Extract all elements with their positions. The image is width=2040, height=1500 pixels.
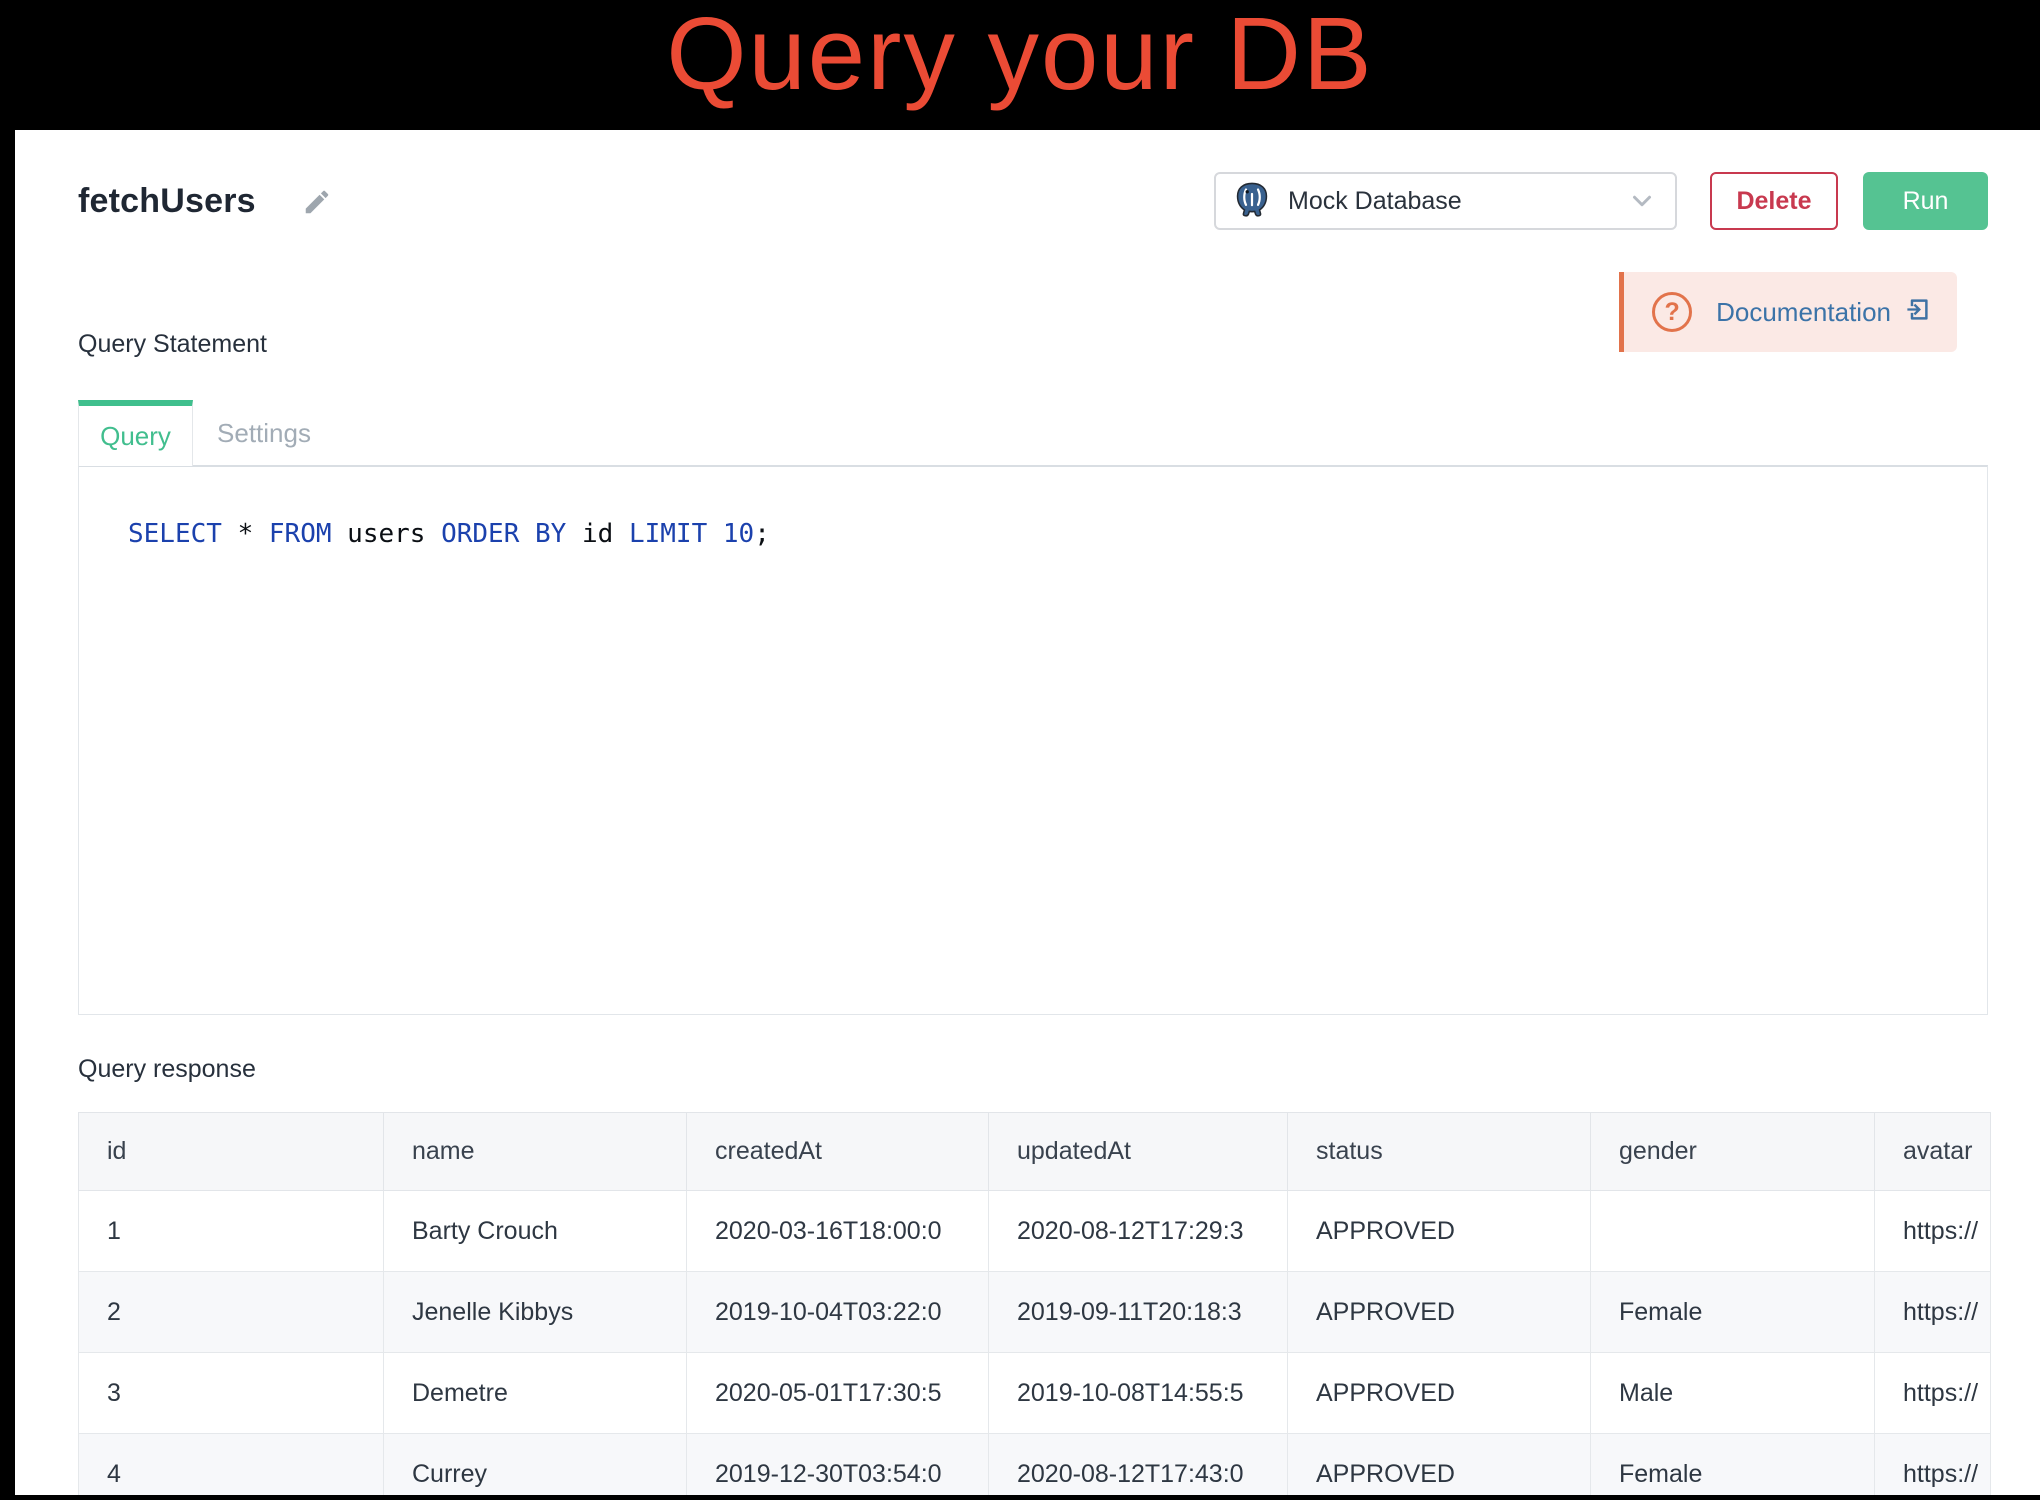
column-header-gender: gender bbox=[1591, 1113, 1875, 1191]
table-cell-avatar: https:// bbox=[1875, 1353, 1991, 1434]
table-cell-updatedAt: 2019-10-08T14:55:5 bbox=[989, 1353, 1288, 1434]
table-cell-gender bbox=[1591, 1191, 1875, 1272]
column-header-updatedAt: updatedAt bbox=[989, 1113, 1288, 1191]
table-cell-id: 4 bbox=[79, 1434, 384, 1496]
table-cell-name: Demetre bbox=[384, 1353, 687, 1434]
table-cell-status: APPROVED bbox=[1288, 1353, 1591, 1434]
chevron-down-icon bbox=[1627, 186, 1657, 221]
question-circle-icon: ? bbox=[1652, 292, 1692, 332]
tab-query[interactable]: Query bbox=[78, 400, 193, 466]
sql-token: * bbox=[238, 519, 254, 549]
sql-token: id bbox=[566, 519, 629, 549]
table-cell-gender: Male bbox=[1591, 1353, 1875, 1434]
sql-token: ORDER BY bbox=[441, 519, 566, 549]
table-cell-createdAt: 2019-12-30T03:54:0 bbox=[687, 1434, 989, 1496]
query-response-table: idnamecreatedAtupdatedAtstatusgenderavat… bbox=[78, 1112, 1991, 1495]
sql-token: 10 bbox=[723, 519, 754, 549]
table-cell-createdAt: 2020-03-16T18:00:0 bbox=[687, 1191, 989, 1272]
table-cell-avatar: https:// bbox=[1875, 1434, 1991, 1496]
sql-token bbox=[222, 519, 238, 549]
external-doc-icon bbox=[1904, 296, 1931, 328]
sql-token: FROM bbox=[269, 519, 332, 549]
tab-settings[interactable]: Settings bbox=[193, 400, 335, 466]
table-cell-status: APPROVED bbox=[1288, 1191, 1591, 1272]
column-header-name: name bbox=[384, 1113, 687, 1191]
sql-token: SELECT bbox=[128, 519, 222, 549]
postgresql-icon bbox=[1232, 179, 1272, 224]
page-title: Query your DB bbox=[0, 0, 2040, 105]
table-body: 1Barty Crouch2020-03-16T18:00:02020-08-1… bbox=[79, 1191, 1991, 1496]
table-header-row: idnamecreatedAtupdatedAtstatusgenderavat… bbox=[79, 1113, 1991, 1191]
table-row: 1Barty Crouch2020-03-16T18:00:02020-08-1… bbox=[79, 1191, 1991, 1272]
documentation-label: Documentation bbox=[1716, 297, 1891, 328]
database-selector[interactable]: Mock Database bbox=[1214, 172, 1677, 230]
table-cell-createdAt: 2019-10-04T03:22:0 bbox=[687, 1272, 989, 1353]
top-banner: Query your DB bbox=[0, 0, 2040, 130]
run-button[interactable]: Run bbox=[1863, 172, 1988, 230]
table-cell-updatedAt: 2020-08-12T17:29:3 bbox=[989, 1191, 1288, 1272]
table-cell-createdAt: 2020-05-01T17:30:5 bbox=[687, 1353, 989, 1434]
table-row: 3Demetre2020-05-01T17:30:52019-10-08T14:… bbox=[79, 1353, 1991, 1434]
table-row: 2Jenelle Kibbys2019-10-04T03:22:02019-09… bbox=[79, 1272, 1991, 1353]
edit-pencil-icon[interactable] bbox=[302, 187, 332, 222]
sql-token: users bbox=[332, 519, 442, 549]
toolbar: fetchUsers Mock Database bbox=[78, 170, 1988, 232]
table-cell-id: 2 bbox=[79, 1272, 384, 1353]
column-header-createdAt: createdAt bbox=[687, 1113, 989, 1191]
table-cell-gender: Female bbox=[1591, 1434, 1875, 1496]
delete-button[interactable]: Delete bbox=[1710, 172, 1838, 230]
table-cell-name: Jenelle Kibbys bbox=[384, 1272, 687, 1353]
query-response-label: Query response bbox=[78, 1055, 256, 1084]
sql-token bbox=[707, 519, 723, 549]
table-cell-id: 1 bbox=[79, 1191, 384, 1272]
table-cell-status: APPROVED bbox=[1288, 1272, 1591, 1353]
table-cell-status: APPROVED bbox=[1288, 1434, 1591, 1496]
table-cell-name: Barty Crouch bbox=[384, 1191, 687, 1272]
table-cell-gender: Female bbox=[1591, 1272, 1875, 1353]
table-cell-name: Currey bbox=[384, 1434, 687, 1496]
table-cell-updatedAt: 2020-08-12T17:43:0 bbox=[989, 1434, 1288, 1496]
sql-code-line: SELECT * FROM users ORDER BY id LIMIT 10… bbox=[128, 519, 1987, 549]
documentation-link[interactable]: ? Documentation bbox=[1619, 272, 1957, 352]
query-name: fetchUsers bbox=[78, 182, 256, 221]
tab-strip: QuerySettings bbox=[78, 400, 335, 466]
sql-token: LIMIT bbox=[629, 519, 707, 549]
column-header-avatar: avatar bbox=[1875, 1113, 1991, 1191]
table-cell-avatar: https:// bbox=[1875, 1191, 1991, 1272]
column-header-status: status bbox=[1288, 1113, 1591, 1191]
column-header-id: id bbox=[79, 1113, 384, 1191]
table-cell-avatar: https:// bbox=[1875, 1272, 1991, 1353]
sql-editor[interactable]: SELECT * FROM users ORDER BY id LIMIT 10… bbox=[78, 465, 1988, 1015]
database-selector-value: Mock Database bbox=[1288, 187, 1462, 216]
table-cell-id: 3 bbox=[79, 1353, 384, 1434]
table-row: 4Currey2019-12-30T03:54:02020-08-12T17:4… bbox=[79, 1434, 1991, 1496]
sql-token: ; bbox=[754, 519, 770, 549]
sql-token bbox=[253, 519, 269, 549]
query-statement-label: Query Statement bbox=[78, 330, 267, 359]
query-panel: fetchUsers Mock Database bbox=[15, 130, 2040, 1495]
table-cell-updatedAt: 2019-09-11T20:18:3 bbox=[989, 1272, 1288, 1353]
